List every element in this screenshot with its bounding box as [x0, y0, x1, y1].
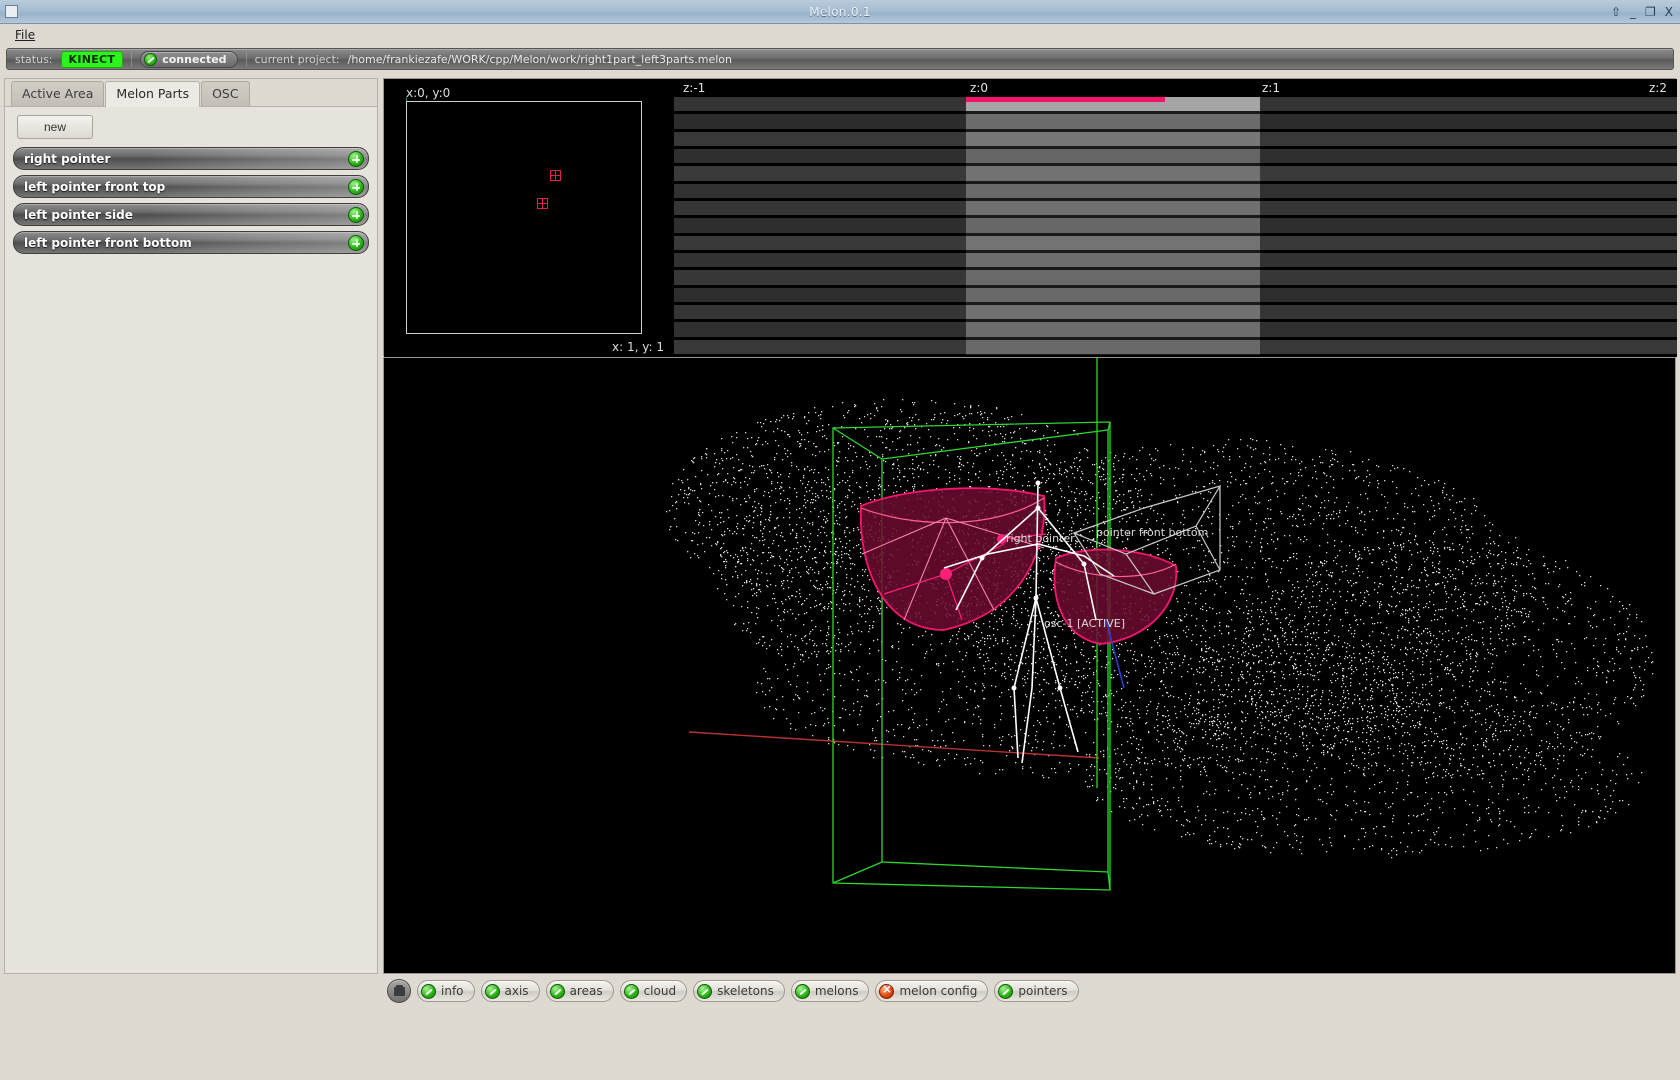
toggle-label: areas — [570, 984, 603, 998]
project-label: current project: — [255, 53, 340, 66]
status-divider-1 — [131, 52, 132, 66]
toggle-info[interactable]: info — [417, 980, 475, 1002]
add-icon[interactable] — [348, 151, 364, 167]
3d-viewport[interactable]: right pointer pointer front bottom osc-1… — [383, 357, 1676, 974]
add-icon[interactable] — [348, 207, 364, 223]
title-bar: Melon.0.1 ⇧ _ ❐ X — [0, 0, 1680, 24]
status-divider-2 — [246, 52, 247, 66]
toggle-label: melon config — [899, 984, 977, 998]
toggle-axis[interactable]: axis — [481, 980, 540, 1002]
connection-label: connected — [162, 53, 226, 66]
add-icon[interactable] — [348, 235, 364, 251]
check-circle-icon — [485, 984, 500, 999]
pointer-marker[interactable] — [550, 170, 561, 181]
toggle-cloud[interactable]: cloud — [620, 980, 688, 1002]
toggle-label: melons — [815, 984, 859, 998]
melon-parts-list: right pointer left pointer front top left … — [5, 147, 377, 254]
z-active-range-bar[interactable] — [966, 97, 1165, 102]
sidebar-actions: new — [5, 107, 377, 147]
new-button[interactable]: new — [17, 115, 93, 139]
z-tick-label: z:2 — [1649, 81, 1667, 95]
window-title: Melon.0.1 — [0, 5, 1680, 19]
check-circle-icon — [697, 984, 712, 999]
check-circle-icon — [624, 984, 639, 999]
xy-preview-panel[interactable]: x:0, y:0 x: 1, y: 1 — [384, 79, 674, 357]
melon-part-row[interactable]: right pointer — [13, 147, 369, 170]
status-bar: status: KINECT connected current project… — [6, 48, 1674, 70]
toggle-areas[interactable]: areas — [546, 980, 614, 1002]
xy-max-label: x: 1, y: 1 — [612, 340, 664, 354]
close-button[interactable]: X — [1665, 6, 1673, 18]
xy-origin-label: x:0, y:0 — [406, 86, 450, 100]
marker-hline — [550, 175, 561, 176]
melon-part-row[interactable]: left pointer side — [13, 203, 369, 226]
menu-item-file-label: File — [15, 28, 35, 42]
top-preview-row: x:0, y:0 x: 1, y: 1 z:-1 z:0 z:1 z:2 — [383, 78, 1676, 356]
status-label: status: — [15, 53, 53, 66]
z-tick-label: z:1 — [1262, 81, 1280, 95]
viewport-toolbar: info axis areas cloud skeletons melons melon c… — [383, 976, 1676, 1006]
viewport-label-pointer-front-bottom: pointer front bottom — [1096, 526, 1208, 539]
toggle-label: info — [441, 984, 464, 998]
check-circle-icon — [550, 984, 565, 999]
toggle-label: cloud — [644, 984, 677, 998]
melon-part-row[interactable]: left pointer front bottom — [13, 231, 369, 254]
toggle-label: axis — [505, 984, 529, 998]
check-circle-icon — [144, 53, 157, 66]
melon-part-label: left pointer side — [14, 208, 133, 222]
check-circle-icon — [795, 984, 810, 999]
melon-part-label: right pointer — [14, 152, 110, 166]
check-circle-icon — [998, 984, 1013, 999]
melon-part-label: left pointer front bottom — [14, 236, 192, 250]
left-sidebar: Active Area Melon Parts OSC new right po… — [4, 78, 378, 974]
z-tick-label: z:0 — [970, 81, 988, 95]
menu-bar: File — [0, 24, 1680, 46]
viewport-label-osc-active: osc-1 [ACTIVE] — [1044, 617, 1125, 630]
pointer-marker[interactable] — [537, 198, 548, 209]
xy-plot-area[interactable] — [406, 101, 642, 334]
z-tick-label: z:-1 — [683, 81, 705, 95]
toggle-label: pointers — [1018, 984, 1067, 998]
z-selection-column — [966, 97, 1260, 355]
viewport-scene — [384, 358, 1676, 974]
connection-indicator[interactable]: connected — [140, 51, 237, 68]
window-controls: ⇧ _ ❐ X — [1611, 6, 1673, 18]
tab-osc[interactable]: OSC — [201, 81, 250, 106]
viewport-label-right-pointer: right pointer — [1006, 532, 1075, 545]
melon-part-label: left pointer front top — [14, 180, 165, 194]
menu-item-file[interactable]: File — [10, 26, 40, 44]
melon-shell-left — [861, 488, 1045, 630]
tab-active-area[interactable]: Active Area — [11, 81, 104, 106]
shade-button[interactable]: ⇧ — [1611, 6, 1621, 18]
z-axis-ticks: z:-1 z:0 z:1 z:2 — [674, 79, 1677, 97]
project-path: /home/frankiezafe/WORK/cpp/Melon/work/ri… — [348, 53, 732, 66]
toggle-melons[interactable]: melons — [791, 980, 870, 1002]
device-badge: KINECT — [61, 51, 124, 68]
cross-circle-icon — [879, 984, 894, 999]
z-depth-panel[interactable]: z:-1 z:0 z:1 z:2 — [674, 79, 1677, 357]
add-icon[interactable] — [348, 179, 364, 195]
tab-melon-parts[interactable]: Melon Parts — [105, 81, 200, 107]
toggle-skeletons[interactable]: skeletons — [693, 980, 785, 1002]
melon-part-row[interactable]: left pointer front top — [13, 175, 369, 198]
marker-hline — [537, 203, 548, 204]
sidebar-tabs: Active Area Melon Parts OSC — [5, 79, 377, 107]
maximize-button[interactable]: ❐ — [1645, 6, 1656, 18]
check-circle-icon — [421, 984, 436, 999]
application-window: Melon.0.1 ⇧ _ ❐ X File status: KINECT co… — [0, 0, 1680, 1080]
minimize-button[interactable]: _ — [1630, 6, 1636, 18]
toggle-pointers[interactable]: pointers — [994, 980, 1078, 1002]
camera-button[interactable] — [387, 979, 411, 1003]
toggle-melon-config[interactable]: melon config — [875, 980, 988, 1002]
point-cloud — [666, 399, 1653, 858]
toggle-label: skeletons — [717, 984, 774, 998]
window-bottom-edge — [0, 1006, 1680, 1080]
toggle-group: info axis areas cloud skeletons melons melon c… — [417, 980, 1079, 1002]
